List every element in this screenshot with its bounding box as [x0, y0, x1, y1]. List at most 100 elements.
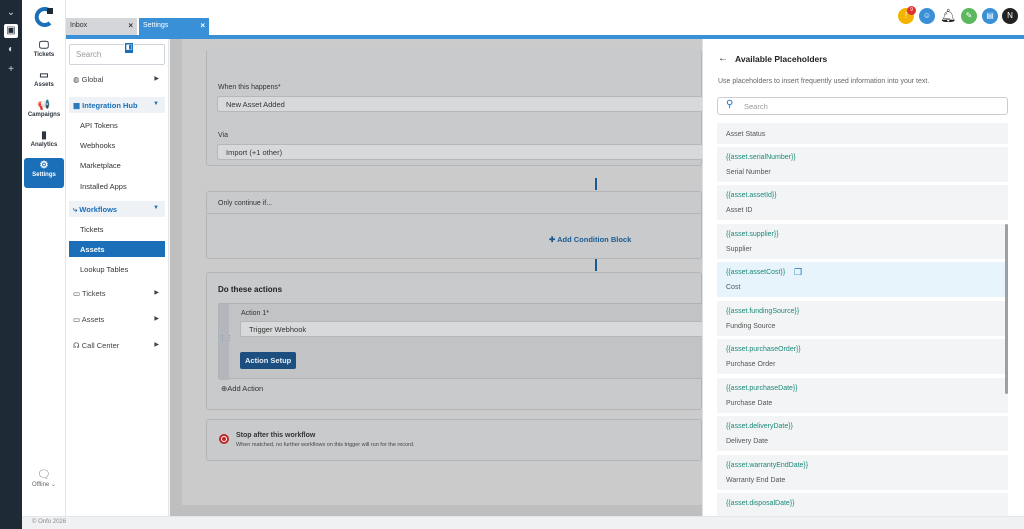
list-item[interactable]: {{asset.warrantyEndDate}} Warranty End D… — [717, 455, 1008, 490]
tab-settings[interactable]: Settings × — [139, 18, 209, 35]
sidebar-item-lookup-tables[interactable]: Lookup Tables — [69, 261, 165, 277]
panel-scrollbar[interactable] — [1005, 224, 1008, 394]
close-icon[interactable]: × — [200, 21, 205, 30]
placeholder-label: Funding Source — [726, 323, 776, 330]
connector-line — [595, 259, 597, 271]
placeholder-label: Warranty End Date — [726, 477, 786, 484]
copy-icon[interactable]: ❐ — [794, 267, 802, 278]
placeholders-panel: ← Available Placeholders Use placeholder… — [702, 39, 1024, 516]
sidebar-item-api-tokens[interactable]: API Tokens — [69, 117, 165, 133]
placeholder-search-input[interactable]: ⚲ Search — [717, 97, 1008, 115]
sidebar-item-label: Global — [81, 75, 104, 84]
rail-item-label: Analytics — [30, 142, 58, 148]
condition-card: Only continue if... ✚ Add Condition Bloc… — [206, 191, 703, 259]
sidebar-item-workflows[interactable]: ⤷ Workflows ▼ — [69, 201, 165, 217]
rail-item-settings[interactable]: ⚙ Settings — [24, 158, 64, 188]
rail-item-tickets[interactable]: 🖵 Tickets — [24, 38, 64, 66]
bot-icon[interactable]: ☺ — [919, 8, 935, 24]
bell-icon[interactable]: 🔔︎ — [940, 8, 957, 24]
chevron-down-icon[interactable]: ⌄ — [4, 6, 18, 20]
trigger-select[interactable]: New Asset Added — [217, 96, 703, 112]
sidebar-item-tickets[interactable]: ▭ Tickets ▶ — [69, 285, 165, 301]
back-arrow-icon[interactable]: ← — [718, 53, 728, 64]
add-action-label: Add Action — [227, 384, 264, 393]
list-item[interactable]: Asset Status — [717, 123, 1008, 144]
sidebar-item-label: Marketplace — [80, 161, 121, 170]
plus-icon: ✚ — [549, 235, 558, 244]
list-item[interactable]: {{asset.assetCost}} ❐ Cost — [717, 262, 1008, 297]
avatar[interactable]: N — [1002, 8, 1018, 24]
sidebar-item-global[interactable]: ◍ Global ▶ — [69, 71, 165, 87]
sidebar-item-workflow-assets[interactable]: Assets — [69, 241, 165, 257]
notification-badge: 9 — [907, 6, 916, 15]
stop-after-radio[interactable] — [219, 434, 229, 444]
list-item[interactable]: {{asset.fundingSource}} Funding Source — [717, 301, 1008, 336]
close-icon[interactable]: × — [128, 21, 133, 30]
search-placeholder: Search — [76, 50, 102, 59]
stop-title: Stop after this workflow — [236, 432, 316, 439]
sidebar-item-installed-apps[interactable]: Installed Apps — [69, 178, 165, 194]
collapse-sidebar-button[interactable]: ◧ — [124, 42, 134, 54]
inbox-icon: ▭ — [73, 289, 83, 298]
trigger-card: When this happens* New Asset Added Via I… — [206, 50, 703, 166]
list-item[interactable]: {{asset.assetId}} Asset ID — [717, 185, 1008, 220]
tab-label: Settings — [143, 22, 169, 29]
tab-inbox[interactable]: Inbox × — [66, 18, 137, 35]
action-setup-button[interactable]: Action Setup — [240, 352, 297, 369]
placeholder-token: {{asset.supplier}} — [726, 231, 779, 238]
sidebar-item-integration-hub[interactable]: ▦ Integration Hub ▼ — [69, 97, 165, 113]
document-icon[interactable]: ▤ — [982, 8, 998, 24]
rail-item-label: Assets — [34, 82, 54, 88]
placeholder-token: {{asset.purchaseOrder}} — [726, 346, 801, 353]
browser-icon[interactable]: ◐ — [4, 43, 18, 57]
sidebar-item-webhooks[interactable]: Webhooks — [69, 137, 165, 153]
placeholder-token: {{asset.assetId}} — [726, 192, 777, 199]
add-action-button[interactable]: ⊕Add Action — [221, 384, 263, 393]
sidebar-item-label: Installed Apps — [80, 182, 127, 191]
list-item[interactable]: {{asset.purchaseDate}} Purchase Date — [717, 378, 1008, 413]
sidebar-item-label: Lookup Tables — [80, 265, 129, 274]
rail-item-campaigns[interactable]: 📢 Campaigns — [24, 98, 64, 126]
monitor-icon: ▭ — [73, 315, 82, 324]
sidebar-item-call-center[interactable]: ☊ Call Center ▶ — [69, 337, 165, 353]
drag-handle-icon[interactable]: ⋮⋮ — [219, 304, 233, 380]
workflow-canvas: When this happens* New Asset Added Via I… — [182, 39, 704, 505]
panel-title: Available Placeholders — [735, 54, 828, 64]
rail-item-assets[interactable]: ▭ Assets — [24, 68, 64, 96]
settings-sidebar: Search ◍ Global ▶ ▦ Integration Hub ▼ AP… — [66, 39, 169, 516]
via-select[interactable]: Import (+1 other) — [217, 144, 703, 160]
chevron-right-icon: ▶ — [154, 342, 159, 348]
os-side-strip: ⌄ ▣ ◐ + — [0, 0, 22, 529]
when-label: When this happens* — [218, 84, 281, 91]
rail-item-analytics[interactable]: ▮ Analytics — [24, 128, 64, 156]
placeholder-token: {{asset.fundingSource}} — [726, 308, 800, 315]
list-item[interactable]: {{asset.disposalDate}} — [717, 493, 1008, 516]
logo — [34, 7, 53, 27]
placeholder-label: Purchase Date — [726, 400, 773, 407]
placeholder-token: {{asset.warrantyEndDate}} — [726, 462, 809, 469]
chevron-right-icon: ▶ — [154, 76, 159, 82]
copyright-text: © Onfo 2026 — [32, 519, 67, 525]
list-item[interactable]: {{asset.serialNumber}} Serial Number — [717, 147, 1008, 182]
chevron-right-icon: ▶ — [154, 290, 159, 296]
sidebar-search-input[interactable]: Search — [69, 44, 165, 65]
stop-description: When matched, no further workflows on th… — [236, 442, 415, 448]
placeholder-token: {{asset.disposalDate}} — [726, 500, 795, 507]
app-window-icon[interactable]: ▣ — [4, 24, 18, 38]
list-item[interactable]: {{asset.supplier}} Supplier — [717, 224, 1008, 259]
sidebar-item-assets[interactable]: ▭ Assets ▶ — [69, 311, 165, 327]
list-item[interactable]: {{asset.deliveryDate}} Delivery Date — [717, 416, 1008, 451]
only-continue-label: Only continue if... — [218, 200, 273, 207]
action-select[interactable]: Trigger Webhook — [240, 321, 704, 337]
grid-icon: ▦ — [73, 101, 83, 110]
megaphone-icon: 📢 — [37, 100, 51, 111]
plus-icon[interactable]: + — [4, 63, 18, 77]
sidebar-item-marketplace[interactable]: Marketplace — [69, 157, 165, 173]
sidebar-item-workflow-tickets[interactable]: Tickets — [69, 221, 165, 237]
edit-icon[interactable]: ✎ — [961, 8, 977, 24]
stop-card: Stop after this workflow When matched, n… — [206, 419, 702, 461]
placeholder-list[interactable]: Asset Status {{asset.serialNumber}} Seri… — [717, 123, 1008, 516]
list-item[interactable]: {{asset.purchaseOrder}} Purchase Order — [717, 339, 1008, 374]
offline-status[interactable]: 🗨 Offline ⌄ — [26, 468, 62, 488]
add-condition-block-button[interactable]: ✚ Add Condition Block — [549, 235, 631, 244]
